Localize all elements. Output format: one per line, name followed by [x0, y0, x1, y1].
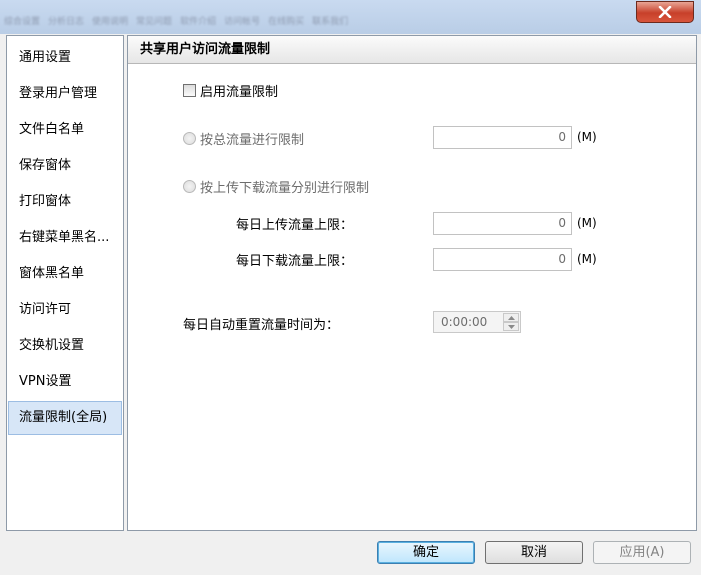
blurred-tab: 软件介绍 — [180, 17, 217, 27]
enable-limit-checkbox[interactable] — [183, 84, 196, 97]
apply-button[interactable]: 应用(A) — [593, 541, 691, 564]
time-increment-button[interactable] — [503, 313, 519, 322]
total-limit-radio-row[interactable]: 按总流量进行限制 — [183, 129, 304, 148]
separate-limit-radio[interactable] — [183, 180, 196, 193]
upload-limit-unit: (M) — [577, 216, 597, 230]
download-limit-input[interactable]: 0 — [433, 248, 572, 271]
total-limit-unit: (M) — [577, 130, 597, 144]
total-limit-label: 按总流量进行限制 — [200, 133, 305, 148]
separate-limit-radio-row[interactable]: 按上传下载流量分别进行限制 — [183, 177, 391, 196]
traffic-limit-panel: 共享用户访问流量限制 启用流量限制 按总流量进行限制 0 (M) 按上传下载流量… — [127, 35, 697, 531]
blurred-tab: 综合设置 — [4, 17, 41, 27]
window-titlebar: 综合设置 分析日志 使用说明 常见问题 软件介绍 访问帐号 在线购买 联系我们 — [0, 0, 701, 34]
sidebar-item-traffic-limit[interactable]: 流量限制(全局) — [8, 401, 122, 435]
blurred-tab: 在线购买 — [268, 17, 305, 27]
sidebar-item-save-window[interactable]: 保存窗体 — [8, 149, 122, 183]
separate-limit-label: 按上传下载流量分别进行限制 — [200, 181, 370, 196]
sidebar-item-file-whitelist[interactable]: 文件白名单 — [8, 113, 122, 147]
ok-button[interactable]: 确定 — [377, 541, 475, 564]
reset-time-label: 每日自动重置流量时间为： — [183, 318, 340, 333]
close-button[interactable] — [636, 1, 694, 23]
upload-limit-label: 每日上传流量上限： — [236, 218, 354, 233]
blurred-tab: 常见问题 — [136, 17, 173, 27]
dialog-body: 通用设置 登录用户管理 文件白名单 保存窗体 打印窗体 右键菜单黑名... 窗体… — [0, 34, 701, 575]
download-limit-label: 每日下载流量上限： — [236, 254, 354, 269]
reset-time-picker[interactable]: 0:00:00 — [433, 311, 521, 333]
sidebar-item-window-blacklist[interactable]: 窗体黑名单 — [8, 257, 122, 291]
settings-sidebar: 通用设置 登录用户管理 文件白名单 保存窗体 打印窗体 右键菜单黑名... 窗体… — [6, 35, 124, 531]
enable-limit-checkbox-row[interactable]: 启用流量限制 — [183, 81, 278, 100]
blurred-tab: 使用说明 — [92, 17, 129, 27]
sidebar-item-switch-settings[interactable]: 交换机设置 — [8, 329, 122, 363]
sidebar-item-access-permission[interactable]: 访问许可 — [8, 293, 122, 327]
time-decrement-button[interactable] — [503, 322, 519, 331]
enable-limit-label: 启用流量限制 — [200, 85, 279, 100]
sidebar-item-login-users[interactable]: 登录用户管理 — [8, 77, 122, 111]
panel-title: 共享用户访问流量限制 — [128, 36, 696, 64]
sidebar-item-general[interactable]: 通用设置 — [8, 41, 122, 75]
upload-limit-input[interactable]: 0 — [433, 212, 572, 235]
download-limit-unit: (M) — [577, 252, 597, 266]
reset-time-value: 0:00:00 — [441, 315, 488, 329]
blurred-tab: 分析日志 — [48, 17, 85, 27]
total-limit-input[interactable]: 0 — [433, 126, 572, 149]
cancel-button[interactable]: 取消 — [485, 541, 583, 564]
chevron-up-icon — [507, 315, 515, 320]
sidebar-item-vpn-settings[interactable]: VPN设置 — [8, 365, 122, 399]
close-icon — [658, 6, 672, 18]
blurred-tab: 联系我们 — [312, 17, 349, 27]
chevron-down-icon — [507, 324, 515, 329]
sidebar-item-print-window[interactable]: 打印窗体 — [8, 185, 122, 219]
total-limit-radio[interactable] — [183, 132, 196, 145]
blurred-tab: 访问帐号 — [224, 17, 261, 27]
background-toolbar: 综合设置 分析日志 使用说明 常见问题 软件介绍 访问帐号 在线购买 联系我们 — [0, 14, 544, 32]
sidebar-item-context-menu-blacklist[interactable]: 右键菜单黑名... — [8, 221, 122, 255]
